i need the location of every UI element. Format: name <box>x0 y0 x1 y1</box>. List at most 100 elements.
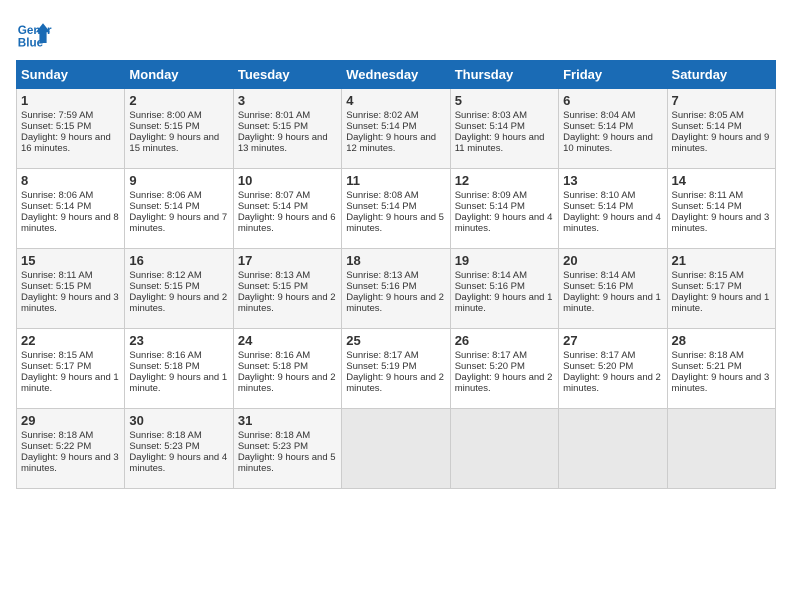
calendar-cell: 29Sunrise: 8:18 AMSunset: 5:22 PMDayligh… <box>17 409 125 489</box>
calendar-cell: 31Sunrise: 8:18 AMSunset: 5:23 PMDayligh… <box>233 409 341 489</box>
day-number: 2 <box>129 93 228 108</box>
calendar-cell: 28Sunrise: 8:18 AMSunset: 5:21 PMDayligh… <box>667 329 775 409</box>
sunrise: Sunrise: 8:09 AM <box>455 190 527 201</box>
day-number: 18 <box>346 253 445 268</box>
calendar-week-4: 22Sunrise: 8:15 AMSunset: 5:17 PMDayligh… <box>17 329 776 409</box>
day-number: 19 <box>455 253 554 268</box>
daylight: Daylight: 9 hours and 5 minutes. <box>346 212 444 234</box>
logo-icon: General Blue <box>16 16 52 52</box>
daylight: Daylight: 9 hours and 2 minutes. <box>346 292 444 314</box>
calendar-cell: 7Sunrise: 8:05 AMSunset: 5:14 PMDaylight… <box>667 89 775 169</box>
sunrise: Sunrise: 8:17 AM <box>346 350 418 361</box>
daylight: Daylight: 9 hours and 12 minutes. <box>346 132 436 154</box>
sunset: Sunset: 5:16 PM <box>346 281 416 292</box>
day-number: 1 <box>21 93 120 108</box>
daylight: Daylight: 9 hours and 4 minutes. <box>563 212 661 234</box>
calendar-cell: 3Sunrise: 8:01 AMSunset: 5:15 PMDaylight… <box>233 89 341 169</box>
day-number: 13 <box>563 173 662 188</box>
calendar-cell: 10Sunrise: 8:07 AMSunset: 5:14 PMDayligh… <box>233 169 341 249</box>
sunrise: Sunrise: 8:15 AM <box>21 350 93 361</box>
calendar-cell: 25Sunrise: 8:17 AMSunset: 5:19 PMDayligh… <box>342 329 450 409</box>
calendar-cell: 6Sunrise: 8:04 AMSunset: 5:14 PMDaylight… <box>559 89 667 169</box>
daylight: Daylight: 9 hours and 2 minutes. <box>129 292 227 314</box>
sunrise: Sunrise: 8:16 AM <box>129 350 201 361</box>
day-header-wednesday: Wednesday <box>342 61 450 89</box>
sunrise: Sunrise: 8:04 AM <box>563 110 635 121</box>
sunset: Sunset: 5:16 PM <box>563 281 633 292</box>
sunrise: Sunrise: 8:07 AM <box>238 190 310 201</box>
day-number: 30 <box>129 413 228 428</box>
daylight: Daylight: 9 hours and 2 minutes. <box>346 372 444 394</box>
calendar-cell: 19Sunrise: 8:14 AMSunset: 5:16 PMDayligh… <box>450 249 558 329</box>
sunset: Sunset: 5:17 PM <box>21 361 91 372</box>
calendar-week-1: 1Sunrise: 7:59 AMSunset: 5:15 PMDaylight… <box>17 89 776 169</box>
sunset: Sunset: 5:14 PM <box>346 201 416 212</box>
calendar-cell: 27Sunrise: 8:17 AMSunset: 5:20 PMDayligh… <box>559 329 667 409</box>
calendar-cell <box>342 409 450 489</box>
sunrise: Sunrise: 8:12 AM <box>129 270 201 281</box>
sunrise: Sunrise: 8:18 AM <box>129 430 201 441</box>
daylight: Daylight: 9 hours and 5 minutes. <box>238 452 336 474</box>
day-header-friday: Friday <box>559 61 667 89</box>
day-header-sunday: Sunday <box>17 61 125 89</box>
sunrise: Sunrise: 8:17 AM <box>455 350 527 361</box>
day-number: 7 <box>672 93 771 108</box>
calendar-cell: 12Sunrise: 8:09 AMSunset: 5:14 PMDayligh… <box>450 169 558 249</box>
day-number: 6 <box>563 93 662 108</box>
daylight: Daylight: 9 hours and 7 minutes. <box>129 212 227 234</box>
calendar-cell: 17Sunrise: 8:13 AMSunset: 5:15 PMDayligh… <box>233 249 341 329</box>
sunrise: Sunrise: 8:02 AM <box>346 110 418 121</box>
sunset: Sunset: 5:14 PM <box>129 201 199 212</box>
calendar-cell <box>450 409 558 489</box>
sunset: Sunset: 5:20 PM <box>563 361 633 372</box>
sunset: Sunset: 5:14 PM <box>563 201 633 212</box>
sunset: Sunset: 5:15 PM <box>129 121 199 132</box>
calendar-cell: 30 Sunrise: 8:18 AMSunset: 5:23 PMDayligh… <box>125 409 233 489</box>
sunrise: Sunrise: 8:16 AM <box>238 350 310 361</box>
day-number: 10 <box>238 173 337 188</box>
sunset: Sunset: 5:15 PM <box>238 121 308 132</box>
day-number: 22 <box>21 333 120 348</box>
sunset: Sunset: 5:22 PM <box>21 441 91 452</box>
sunset: Sunset: 5:23 PM <box>238 441 308 452</box>
daylight: Daylight: 9 hours and 3 minutes. <box>21 292 119 314</box>
daylight: Daylight: 9 hours and 8 minutes. <box>21 212 119 234</box>
day-number: 4 <box>346 93 445 108</box>
daylight: Daylight: 9 hours and 1 minute. <box>563 292 661 314</box>
sunrise: Sunrise: 8:14 AM <box>455 270 527 281</box>
sunset: Sunset: 5:14 PM <box>346 121 416 132</box>
daylight: Daylight: 9 hours and 10 minutes. <box>563 132 653 154</box>
daylight: Daylight: 9 hours and 1 minute. <box>672 292 770 314</box>
daylight: Daylight: 9 hours and 1 minute. <box>21 372 119 394</box>
page-header: General Blue <box>16 16 776 52</box>
sunrise: Sunrise: 8:13 AM <box>346 270 418 281</box>
sunset: Sunset: 5:14 PM <box>455 121 525 132</box>
sunrise: Sunrise: 8:13 AM <box>238 270 310 281</box>
daylight: Daylight: 9 hours and 4 minutes. <box>129 452 227 474</box>
day-number: 23 <box>129 333 228 348</box>
calendar-cell: 24Sunrise: 8:16 AMSunset: 5:18 PMDayligh… <box>233 329 341 409</box>
calendar-week-3: 15Sunrise: 8:11 AMSunset: 5:15 PMDayligh… <box>17 249 776 329</box>
sunset: Sunset: 5:15 PM <box>21 281 91 292</box>
calendar-cell: 14Sunrise: 8:11 AMSunset: 5:14 PMDayligh… <box>667 169 775 249</box>
calendar-header: SundayMondayTuesdayWednesdayThursdayFrid… <box>17 61 776 89</box>
daylight: Daylight: 9 hours and 15 minutes. <box>129 132 219 154</box>
sunset: Sunset: 5:16 PM <box>455 281 525 292</box>
sunset: Sunset: 5:14 PM <box>672 121 742 132</box>
daylight: Daylight: 9 hours and 3 minutes. <box>21 452 119 474</box>
day-number: 31 <box>238 413 337 428</box>
sunset: Sunset: 5:19 PM <box>346 361 416 372</box>
sunset: Sunset: 5:14 PM <box>238 201 308 212</box>
sunset: Sunset: 5:15 PM <box>21 121 91 132</box>
day-number: 27 <box>563 333 662 348</box>
calendar-cell: 26Sunrise: 8:17 AMSunset: 5:20 PMDayligh… <box>450 329 558 409</box>
sunset: Sunset: 5:23 PM <box>129 441 199 452</box>
sunset: Sunset: 5:20 PM <box>455 361 525 372</box>
day-header-thursday: Thursday <box>450 61 558 89</box>
day-number: 5 <box>455 93 554 108</box>
sunset: Sunset: 5:15 PM <box>129 281 199 292</box>
daylight: Daylight: 9 hours and 11 minutes. <box>455 132 545 154</box>
day-number: 28 <box>672 333 771 348</box>
sunrise: Sunrise: 8:14 AM <box>563 270 635 281</box>
day-number: 3 <box>238 93 337 108</box>
